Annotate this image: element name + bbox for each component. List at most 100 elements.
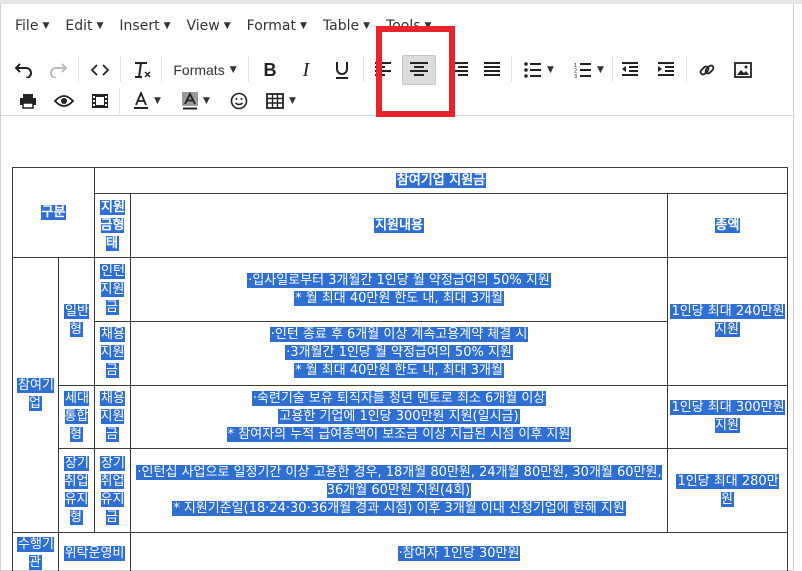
menu-insert-label: Insert [119, 18, 160, 34]
table-row: 구분 참여기업 지원금 [11, 166, 789, 259]
table-cell-agency-type[interactable]: 위탁운영비 [57, 531, 132, 571]
preview-button[interactable] [51, 86, 77, 116]
link-icon [699, 64, 715, 76]
bullet-list-icon [524, 62, 542, 78]
underline-button[interactable] [329, 55, 355, 85]
formats-dropdown[interactable]: Formats ▼ [169, 55, 241, 85]
emoticons-button[interactable] [226, 86, 252, 116]
table-cell-category-header[interactable]: 구분 [11, 166, 96, 259]
gen-total: 1인당 최대 300만원 지원 [670, 400, 785, 434]
menu-table-label: Table [322, 18, 360, 34]
menubar: File ▼ Edit ▼ Insert ▼ View ▼ Format ▼ Table ▼… [1, 4, 795, 48]
source-code-button[interactable] [87, 55, 113, 85]
total-header: 총액 [714, 217, 741, 233]
table-cell-intern-type[interactable]: 인턴지원금 [94, 257, 132, 322]
align-left-button[interactable] [370, 55, 396, 85]
menu-insert[interactable]: Insert ▼ [111, 13, 178, 39]
menu-edit-label: Edit [65, 18, 93, 34]
menu-tools-label: Tools [386, 18, 421, 34]
caret-down-icon: ▼ [203, 96, 210, 106]
insert-media-button[interactable] [87, 86, 113, 116]
intern-total: 1인당 최대 240만원 지원 [670, 304, 785, 338]
table-cell-agency-content[interactable]: ·참여자 1인당 30만원 [130, 531, 789, 571]
bold-button[interactable]: B [257, 55, 283, 85]
table-cell-general[interactable]: 일반형 [57, 257, 96, 386]
justify-button[interactable] [479, 55, 505, 85]
caret-down-icon: ▼ [223, 21, 231, 31]
table-cell-long-content[interactable]: ·인턴십 사업으로 일정기간 이상 고용한 경우, 18개월 80만원, 24개… [130, 448, 669, 533]
menu-file[interactable]: File ▼ [7, 13, 57, 39]
table-cell-long-total[interactable]: 1인당 최대 280만원 [667, 448, 789, 533]
table-cell-long[interactable]: 장기취업유지형 [57, 448, 96, 533]
menu-view[interactable]: View ▼ [178, 13, 238, 39]
table-button[interactable]: ▼ [261, 86, 301, 116]
print-button[interactable] [15, 86, 41, 116]
table-cell-content-header[interactable]: 지원내용 [130, 193, 669, 259]
align-right-button[interactable] [447, 55, 473, 85]
long-line: * 지원기준일(18·24·30·36개월 경과 시점) 이후 3개월 이내 신… [172, 500, 626, 516]
numbered-list-icon: 123 [574, 63, 592, 78]
caret-down-icon: ▼ [424, 21, 432, 31]
category-header: 구분 [40, 204, 67, 220]
table-cell-title[interactable]: 참여기업 지원금 [94, 166, 789, 195]
support-type-header: 지원금형태 [100, 199, 125, 251]
align-center-button[interactable] [402, 55, 436, 85]
table-cell-long-type[interactable]: 장기취업유지금 [94, 448, 132, 533]
table-cell-total-header[interactable]: 총액 [667, 193, 789, 259]
gen-line: * 참여자의 누적 급여총액이 보조금 이상 지급된 시점 이후 지원 [226, 427, 572, 443]
bullet-list-button[interactable]: ▼ [519, 55, 559, 85]
caret-down-icon: ▼ [547, 65, 554, 75]
align-left-icon [375, 62, 391, 76]
table-cell-hire-content[interactable]: ·인턴 종료 후 6개월 이상 계속고용계약 체결 시 ·3개월간 1인당 월 … [130, 320, 669, 386]
table-cell-gen[interactable]: 세대통합형 [57, 384, 96, 450]
smiley-icon [230, 92, 248, 110]
menu-format[interactable]: Format ▼ [239, 13, 315, 39]
indent-button[interactable] [653, 55, 679, 85]
film-icon [92, 94, 108, 108]
italic-button[interactable]: I [293, 55, 319, 85]
table-cell-intern-total[interactable]: 1인당 최대 240만원 지원 [667, 257, 789, 386]
editor-content[interactable]: 구분 참여기업 지원금 지원금형태 지원내용 총액 참여기업 일반형 인턴지원금… [1, 121, 795, 571]
redo-button[interactable] [45, 55, 71, 85]
text-color-icon [134, 92, 149, 109]
menu-edit[interactable]: Edit ▼ [57, 13, 111, 39]
support-table[interactable]: 구분 참여기업 지원금 지원금형태 지원내용 총액 참여기업 일반형 인턴지원금… [11, 166, 789, 571]
table-cell-agency[interactable]: 수행기관 [12, 531, 59, 571]
undo-button[interactable] [11, 55, 37, 85]
insert-image-button[interactable] [730, 55, 756, 85]
numbered-list-button[interactable]: 1 2 3 ▼ [569, 55, 609, 85]
italic-icon: I [302, 58, 310, 81]
insert-link-button[interactable] [694, 55, 720, 85]
hire-line: * 월 최대 40만원 한도 내, 최대 3개월 [294, 363, 504, 379]
outdent-icon [622, 62, 638, 76]
table-cell-hire-type[interactable]: 채용지원금 [94, 320, 132, 386]
background-color-icon [182, 92, 199, 110]
caret-down-icon: ▼ [299, 21, 307, 31]
hire-type: 채용지원금 [100, 327, 125, 379]
toolbar-separator [119, 88, 120, 114]
table-cell-intern-content[interactable]: ·입사일로부터 3개월간 1인당 월 약정급여의 50% 지원 * 월 최대 4… [130, 257, 669, 322]
participant-label: 참여기업 [17, 378, 54, 412]
clear-formatting-icon [135, 62, 151, 78]
intern-line: ·입사일로부터 3개월간 1인당 월 약정급여의 50% 지원 [247, 272, 551, 288]
table-cell-gen-content[interactable]: ·숙련기술 보유 퇴직자를 청년 멘토로 최소 6개월 이상 고용한 기업에 1… [130, 384, 669, 450]
outdent-button[interactable] [617, 55, 643, 85]
clear-formatting-button[interactable] [129, 55, 155, 85]
menu-view-label: View [186, 18, 220, 34]
menu-tools[interactable]: Tools ▼ [378, 13, 439, 39]
table-cell-participant[interactable]: 참여기업 [12, 257, 59, 533]
intern-type: 인턴지원금 [100, 263, 125, 315]
table-cell-gen-total[interactable]: 1인당 최대 300만원 지원 [667, 384, 789, 450]
table-cell-gen-type[interactable]: 채용지원금 [94, 384, 132, 450]
gen-line: 고용한 기업에 1인당 300만원 지원(일시금) [278, 409, 520, 425]
table-cell-support-type-header[interactable]: 지원금형태 [94, 193, 132, 259]
gen-line: ·숙련기술 보유 퇴직자를 청년 멘토로 최소 6개월 이상 [251, 391, 547, 407]
caret-down-icon: ▼ [289, 96, 296, 106]
print-icon [20, 94, 36, 109]
underline-icon [336, 62, 348, 79]
text-color-button[interactable]: ▼ [126, 86, 168, 116]
menu-table[interactable]: Table ▼ [315, 13, 378, 39]
background-color-button[interactable]: ▼ [175, 86, 217, 116]
agency-type: 위탁운영비 [63, 546, 126, 562]
caret-down-icon: ▼ [96, 21, 104, 31]
